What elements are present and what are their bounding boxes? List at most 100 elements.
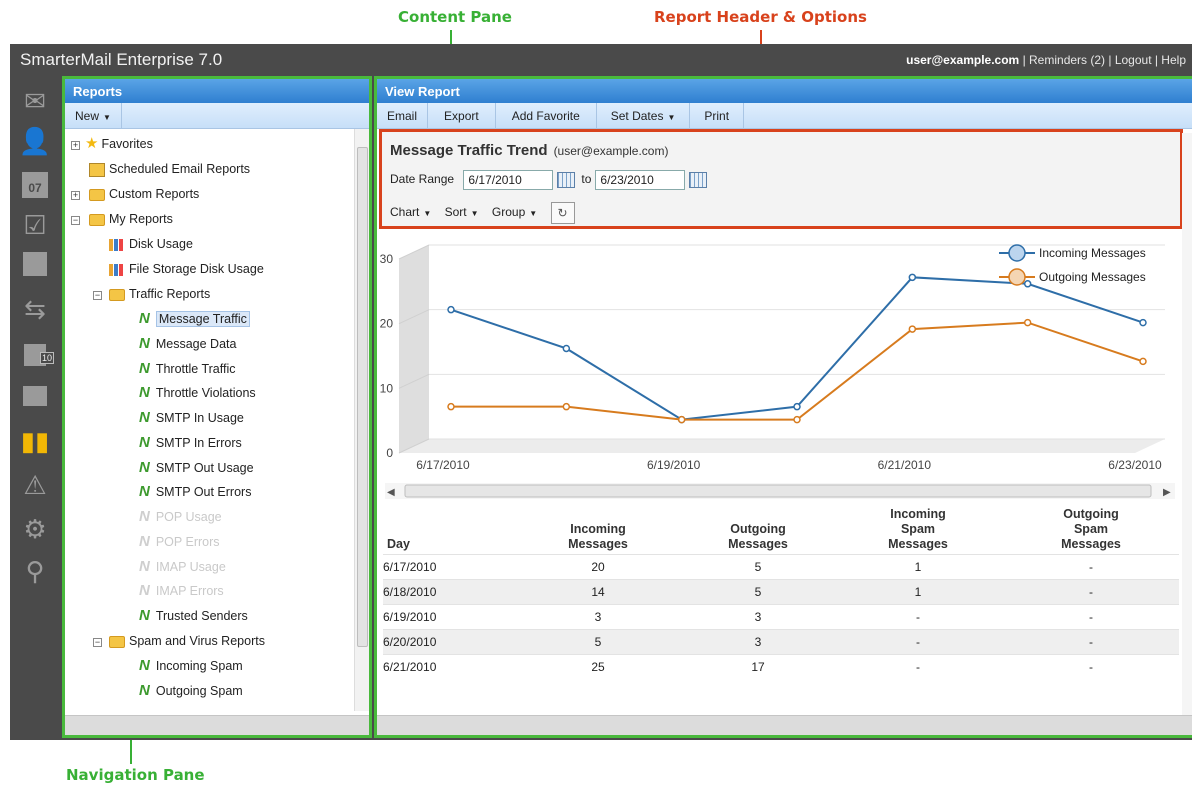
data-point	[1023, 280, 1032, 288]
tree-item-trusted-senders[interactable]: N Trusted Senders	[139, 605, 248, 627]
header-links[interactable]: | Reminders (2) | Logout | Help	[1023, 53, 1186, 67]
expand-icon[interactable]: +	[71, 141, 80, 150]
y-tick-label: 20	[380, 317, 394, 331]
tree-item-incoming-spam[interactable]: N Incoming Spam	[139, 655, 243, 677]
sort-dropdown[interactable]: Sort ▼	[445, 205, 479, 219]
expand-icon[interactable]: +	[71, 191, 80, 200]
tree-label: Message Data	[155, 337, 237, 351]
column-header[interactable]: Outgoing Messages	[683, 507, 833, 555]
tree-label: Trusted Senders	[155, 609, 248, 623]
tree-scrollbar-thumb[interactable]	[357, 147, 368, 647]
chart-side-wall	[399, 245, 429, 453]
tree-label: Disk Usage	[129, 237, 193, 251]
line-chart-icon: N	[139, 459, 150, 476]
rss-icon[interactable]: 10	[18, 338, 55, 368]
tree-item-favorites[interactable]: ★ Favorites	[85, 133, 153, 155]
column-header[interactable]: Outgoing Spam Messages	[1003, 507, 1179, 555]
line-chart-icon: N	[139, 360, 150, 377]
set-dates-button[interactable]: Set Dates ▼	[597, 103, 691, 128]
settings-icon[interactable]: ⚙	[18, 514, 52, 544]
user-links: user@example.com | Reminders (2) | Logou…	[906, 53, 1186, 67]
user-email[interactable]: user@example.com	[906, 53, 1019, 67]
mail-icon[interactable]: ✉	[18, 86, 52, 116]
incoming-cell: 5	[513, 629, 683, 655]
refresh-icon[interactable]: ↻	[550, 202, 575, 224]
nav-toolbar: New ▼	[65, 103, 369, 129]
new-button[interactable]: New ▼	[65, 103, 122, 128]
day-cell: 6/20/2010	[383, 629, 513, 655]
scroll-right-icon[interactable]: ▶	[1163, 487, 1171, 498]
traffic-chart: 0 10 20 30 6/17/2010 6/19/2010 6/21/2010 6/23/2…	[380, 244, 1165, 472]
column-header[interactable]: Incoming Spam Messages	[833, 507, 1003, 555]
calendar-icon[interactable]	[557, 172, 576, 188]
incoming-cell: 20	[513, 554, 683, 580]
chart-horizontal-scrollbar[interactable]: ◀ ▶	[385, 483, 1175, 499]
scroll-left-icon[interactable]: ◀	[387, 487, 395, 498]
table-row[interactable]: 6/17/2010 20 5 1 -	[383, 554, 1179, 580]
add-favorite-button[interactable]: Add Favorite	[496, 103, 597, 128]
data-point	[677, 415, 686, 424]
table-row[interactable]: 6/21/2010 25 17 - -	[383, 654, 1179, 680]
tree-item-file-storage-disk-usage[interactable]: File Storage Disk Usage	[109, 258, 264, 280]
files-icon[interactable]	[18, 382, 52, 412]
incoming-cell: 3	[513, 604, 683, 630]
print-button[interactable]: Print	[690, 103, 745, 128]
tree-item-outgoing-spam[interactable]: N Outgoing Spam	[139, 680, 243, 702]
table-row[interactable]: 6/19/2010 3 3 - -	[383, 604, 1179, 630]
tree-scrollbar[interactable]	[354, 129, 369, 711]
alerts-icon[interactable]: ⚠	[18, 470, 52, 500]
start-date-input[interactable]: 6/17/2010	[463, 170, 554, 190]
export-button[interactable]: Export	[428, 103, 496, 128]
tree-label: Scheduled Email Reports	[109, 162, 251, 176]
notes-icon[interactable]	[18, 252, 52, 282]
content-header: View Report	[377, 79, 1192, 103]
scrollbar-thumb[interactable]	[404, 484, 1152, 498]
tree-item-throttle-traffic[interactable]: N Throttle Traffic	[139, 358, 236, 380]
tree-label: Incoming Spam	[155, 659, 243, 673]
tree-item-spam-and-virus-reports[interactable]: Spam and Virus Reports	[109, 630, 265, 652]
tree-item-message-traffic[interactable]: N Message Traffic	[139, 308, 250, 330]
chevron-down-icon: ▼	[470, 209, 479, 219]
sync-icon[interactable]: ⇆	[18, 294, 52, 324]
incoming-spam-cell: -	[833, 629, 1003, 655]
collapse-icon[interactable]: −	[93, 638, 102, 647]
scheduled-report-icon	[89, 162, 105, 177]
calendar-icon[interactable]: 07	[18, 168, 52, 198]
tree-item-disk-usage[interactable]: Disk Usage	[109, 233, 193, 255]
contacts-icon[interactable]: 👤	[18, 126, 52, 156]
tree-item-custom-reports[interactable]: Custom Reports	[89, 183, 199, 205]
tree-item-smtp-out-usage[interactable]: N SMTP Out Usage	[139, 457, 254, 479]
tree-item-smtp-in-usage[interactable]: N SMTP In Usage	[139, 407, 244, 429]
column-header[interactable]: Incoming Messages	[513, 507, 683, 555]
search-icon[interactable]: ⚲	[18, 556, 52, 586]
tree-item-throttle-violations[interactable]: N Throttle Violations	[139, 382, 256, 404]
group-dropdown[interactable]: Group ▼	[492, 205, 537, 219]
title-bar: SmarterMail Enterprise 7.0 user@example.…	[10, 44, 1192, 74]
calendar-icon[interactable]	[689, 172, 708, 188]
tree-label: My Reports	[109, 212, 173, 226]
table-row[interactable]: 6/18/2010 14 5 1 -	[383, 579, 1179, 605]
table-row[interactable]: 6/20/2010 5 3 - -	[383, 629, 1179, 655]
chevron-down-icon: ▼	[667, 113, 676, 122]
tree-item-traffic-reports[interactable]: Traffic Reports	[109, 283, 210, 305]
content-vertical-scrollbar[interactable]	[1182, 133, 1192, 715]
chart-dropdown[interactable]: Chart ▼	[390, 205, 431, 219]
data-point	[1139, 357, 1147, 366]
data-point	[1023, 318, 1032, 327]
tree-item-smtp-out-errors[interactable]: N SMTP Out Errors	[139, 481, 251, 503]
email-button[interactable]: Email	[377, 103, 429, 128]
collapse-icon[interactable]: −	[71, 216, 80, 225]
tree-item-smtp-in-errors[interactable]: N SMTP In Errors	[139, 432, 242, 454]
tree-item-message-data[interactable]: N Message Data	[139, 333, 236, 355]
collapse-icon[interactable]: −	[93, 291, 102, 300]
column-header[interactable]: Day	[383, 507, 513, 555]
end-date-input[interactable]: 6/23/2010	[595, 170, 686, 190]
tree-item-scheduled-email-reports[interactable]: Scheduled Email Reports	[89, 158, 250, 180]
tree-item-my-reports[interactable]: My Reports	[89, 208, 173, 230]
outgoing-spam-cell: -	[1003, 554, 1179, 580]
reports-icon[interactable]: ▮▮	[18, 426, 52, 456]
outgoing-spam-cell: -	[1003, 629, 1179, 655]
outgoing-spam-cell: -	[1003, 604, 1179, 630]
tasks-icon[interactable]: ☑	[18, 210, 52, 240]
tree-label: Outgoing Spam	[155, 684, 243, 698]
